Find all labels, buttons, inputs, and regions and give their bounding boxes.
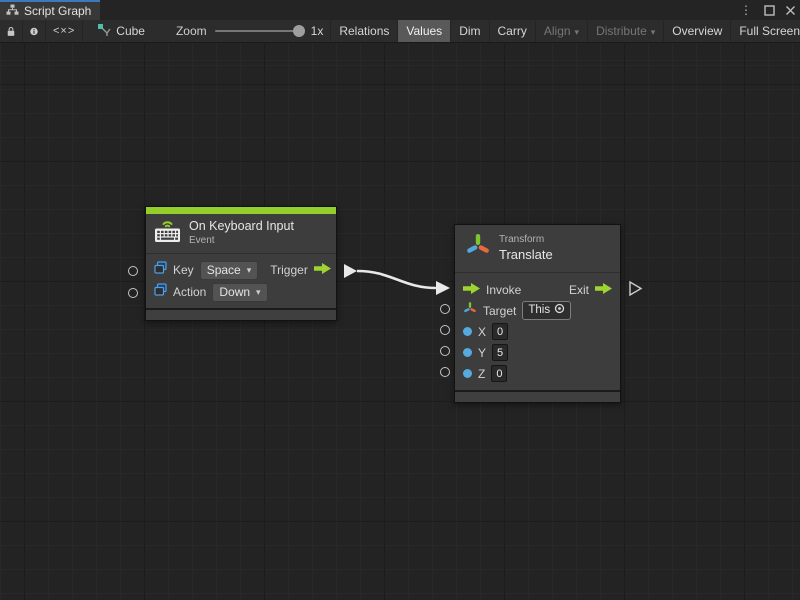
lock-button[interactable] xyxy=(0,20,23,42)
node-row-z: Z 0 xyxy=(463,363,612,384)
node-subtitle: Event xyxy=(189,235,294,248)
node-row-key: Key Space ▾ Trigger xyxy=(154,259,328,281)
target-value-field[interactable]: This xyxy=(522,301,571,320)
fullscreen-button[interactable]: Full Screen xyxy=(730,20,800,42)
output-label-trigger: Trigger xyxy=(270,263,308,277)
input-label-y: Y xyxy=(478,346,486,360)
relations-button[interactable]: Relations xyxy=(330,20,397,42)
input-label-z: Z xyxy=(478,367,485,381)
zoom-slider-handle[interactable] xyxy=(293,25,305,37)
port-target[interactable] xyxy=(440,304,450,314)
input-label-x: X xyxy=(478,325,486,339)
port-z[interactable] xyxy=(440,367,450,377)
distribute-button[interactable]: Distribute▾ xyxy=(587,20,663,42)
connection-arrowhead-icon xyxy=(436,281,450,295)
node-accent-strip xyxy=(146,207,336,214)
transform-icon xyxy=(465,232,491,265)
enum-icon xyxy=(154,283,167,301)
connection-trigger-invoke[interactable] xyxy=(357,271,437,288)
node-body: Invoke Exit Target xyxy=(455,273,620,390)
node-subtitle: Transform xyxy=(499,234,553,247)
kebab-menu-icon[interactable]: ⋮ xyxy=(738,4,754,16)
info-button[interactable] xyxy=(23,20,46,42)
cube-node-icon xyxy=(97,23,111,40)
script-graph-icon xyxy=(6,4,19,19)
input-label-key: Key xyxy=(173,263,194,277)
zoom-slider[interactable] xyxy=(215,30,303,32)
port-action[interactable] xyxy=(128,288,138,298)
graph-target-label: Cube xyxy=(116,24,145,38)
output-label-exit: Exit xyxy=(569,283,589,297)
invoke-arrow-icon[interactable] xyxy=(463,281,480,299)
dim-button[interactable]: Dim xyxy=(450,20,488,42)
node-title: Translate xyxy=(499,247,553,263)
trigger-arrow-icon[interactable] xyxy=(314,261,331,279)
graph-canvas[interactable]: On Keyboard Input Event Key Space ▾ xyxy=(0,43,800,600)
y-value-field[interactable]: 5 xyxy=(492,344,508,361)
node-footer xyxy=(455,392,620,402)
carry-button[interactable]: Carry xyxy=(489,20,535,42)
chevron-down-icon: ▾ xyxy=(247,266,252,275)
node-translate[interactable]: Transform Translate Invoke Exit xyxy=(454,224,621,403)
tab-script-graph[interactable]: Script Graph xyxy=(0,0,100,20)
zoom-label: Zoom xyxy=(176,24,207,38)
enum-icon xyxy=(154,261,167,279)
key-dropdown[interactable]: Space ▾ xyxy=(200,261,259,280)
node-row-invoke: Invoke Exit xyxy=(463,279,612,300)
node-title: On Keyboard Input xyxy=(189,219,294,235)
value-port-icon xyxy=(463,327,472,336)
node-row-action: Action Down ▾ xyxy=(154,281,328,303)
toolbar: <×> Cube Zoom 1x Relations Values Dim Ca… xyxy=(0,20,800,43)
code-icon: <×> xyxy=(53,25,75,37)
node-row-y: Y 5 xyxy=(463,342,612,363)
node-row-target: Target This xyxy=(463,300,612,321)
align-button[interactable]: Align▾ xyxy=(535,20,587,42)
port-y[interactable] xyxy=(440,346,450,356)
overview-button[interactable]: Overview xyxy=(663,20,730,42)
x-value-field[interactable]: 0 xyxy=(492,323,508,340)
value-port-icon xyxy=(463,369,472,378)
values-button[interactable]: Values xyxy=(397,20,450,42)
keyboard-icon xyxy=(154,219,181,248)
node-on-keyboard-input[interactable]: On Keyboard Input Event Key Space ▾ xyxy=(145,206,337,321)
node-header[interactable]: Transform Translate xyxy=(455,225,620,273)
z-value-field[interactable]: 0 xyxy=(491,365,507,382)
code-view-button[interactable]: <×> xyxy=(46,20,83,42)
maximize-icon[interactable] xyxy=(764,5,775,16)
node-header[interactable]: On Keyboard Input Event xyxy=(146,214,336,254)
input-label-target: Target xyxy=(483,304,516,318)
titlebar: Script Graph ⋮ xyxy=(0,0,800,20)
port-key[interactable] xyxy=(128,266,138,276)
target-picker-icon[interactable] xyxy=(554,303,565,317)
exit-arrow-icon[interactable] xyxy=(595,281,612,299)
port-x[interactable] xyxy=(440,325,450,335)
node-footer xyxy=(146,310,336,320)
input-label-action: Action xyxy=(173,285,206,299)
graph-target[interactable]: Cube xyxy=(83,20,152,42)
connections-layer xyxy=(0,43,800,600)
input-label-invoke: Invoke xyxy=(486,283,521,297)
node-row-x: X 0 xyxy=(463,321,612,342)
chevron-down-icon: ▾ xyxy=(575,28,580,37)
node-body: Key Space ▾ Trigger xyxy=(146,254,336,308)
connection-start-triangle xyxy=(344,264,357,278)
chevron-down-icon: ▾ xyxy=(256,288,261,297)
zoom-control: Zoom 1x xyxy=(152,20,330,42)
value-port-icon xyxy=(463,348,472,357)
transform-mini-icon xyxy=(463,301,477,321)
exit-port-triangle[interactable] xyxy=(630,282,641,295)
tab-label: Script Graph xyxy=(24,4,91,18)
zoom-value: 1x xyxy=(311,24,324,38)
script-graph-window: Script Graph ⋮ <×> xyxy=(0,0,800,600)
chevron-down-icon: ▾ xyxy=(651,28,656,37)
close-icon[interactable] xyxy=(785,5,796,16)
action-dropdown[interactable]: Down ▾ xyxy=(212,283,267,302)
